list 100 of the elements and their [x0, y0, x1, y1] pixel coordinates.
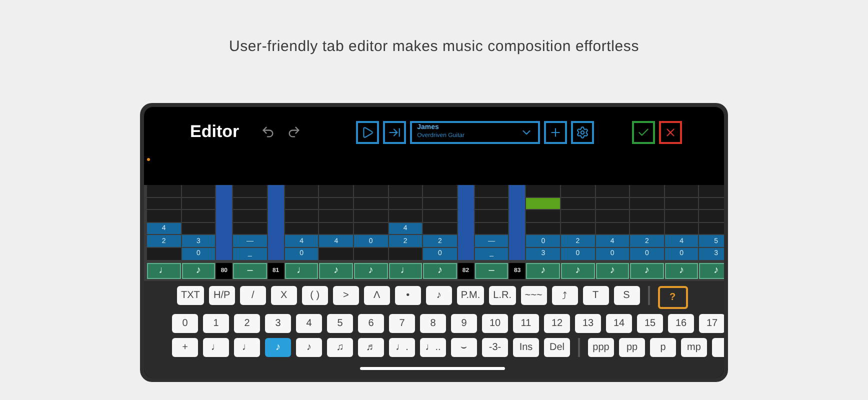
add-button[interactable]: [544, 120, 568, 144]
keyboard-key[interactable]: 0: [172, 314, 198, 333]
note-duration[interactable]: ♪: [596, 262, 630, 279]
keyboard-key[interactable]: 3: [265, 314, 291, 333]
tab-cell[interactable]: [630, 222, 664, 234]
tab-cell[interactable]: [630, 198, 664, 210]
keyboard-key[interactable]: S: [614, 286, 640, 305]
keyboard-key[interactable]: ⌣: [451, 338, 477, 357]
tab-cell[interactable]: [284, 210, 318, 222]
tab-cell[interactable]: [284, 222, 318, 234]
keyboard-key[interactable]: 2: [234, 314, 260, 333]
keyboard-key[interactable]: p: [650, 338, 676, 357]
keyboard-key[interactable]: TXT: [177, 286, 204, 305]
keyboard-key[interactable]: ♪: [426, 286, 452, 305]
play-button[interactable]: [356, 120, 380, 144]
note-duration[interactable]: ♩: [147, 262, 181, 279]
redo-button[interactable]: [287, 125, 302, 139]
keyboard-key[interactable]: P.M.: [456, 286, 484, 305]
tab-cell[interactable]: [630, 185, 664, 197]
keyboard-key[interactable]: 11: [513, 314, 539, 333]
keyboard-key[interactable]: 7: [389, 314, 415, 333]
keyboard-key[interactable]: 17: [699, 314, 724, 333]
tab-cell[interactable]: [596, 185, 630, 197]
keyboard-key[interactable]: ~~~: [520, 286, 547, 305]
tab-cell[interactable]: [699, 198, 724, 210]
keyboard-key[interactable]: 8: [420, 314, 446, 333]
note-duration[interactable]: ♪: [423, 262, 457, 279]
note-duration[interactable]: ♪: [526, 262, 560, 279]
tab-cell[interactable]: [388, 210, 422, 222]
tab-cell[interactable]: [596, 210, 630, 222]
tab-cell[interactable]: [354, 185, 388, 197]
tab-cell[interactable]: [354, 198, 388, 210]
keyboard-key[interactable]: -3-: [482, 338, 508, 357]
undo-button[interactable]: [261, 125, 276, 139]
keyboard-key[interactable]: /: [240, 286, 266, 305]
tab-cell[interactable]: [526, 210, 560, 222]
keyboard-key[interactable]: ⤴: [552, 286, 578, 305]
keyboard-key[interactable]: T: [582, 286, 609, 305]
keyboard-key[interactable]: ♩..: [420, 338, 446, 357]
tab-cell[interactable]: [233, 185, 267, 197]
note-duration[interactable]: ♪: [560, 262, 595, 279]
tab-cell[interactable]: [182, 185, 216, 197]
keyboard-key[interactable]: pp: [619, 338, 645, 357]
tab-cell[interactable]: [526, 185, 560, 197]
note-duration[interactable]: ♩: [388, 262, 422, 279]
tab-cell[interactable]: [474, 222, 508, 234]
keyboard-key[interactable]: 9: [451, 314, 477, 333]
note-duration[interactable]: ♪: [354, 262, 388, 279]
tab-cell[interactable]: [233, 198, 267, 210]
keyboard-key[interactable]: ( ): [302, 286, 328, 305]
keyboard-key[interactable]: ♬: [358, 338, 384, 357]
keyboard-key[interactable]: H/P: [208, 286, 235, 305]
tab-cell[interactable]: [423, 222, 457, 234]
help-key[interactable]: ?: [658, 286, 688, 309]
tab-cell[interactable]: [699, 222, 724, 234]
tab-cell[interactable]: [423, 210, 457, 222]
tab-cell[interactable]: [182, 198, 216, 210]
tab-cell[interactable]: [319, 248, 353, 260]
tab-cell[interactable]: [319, 185, 353, 197]
tab-cell[interactable]: [182, 210, 216, 222]
keyboard-key[interactable]: +: [172, 338, 198, 357]
tab-cell[interactable]: [664, 210, 698, 222]
tab-cell[interactable]: [182, 222, 216, 234]
tab-cell[interactable]: [319, 210, 353, 222]
tab-cell[interactable]: [388, 198, 422, 210]
tab-cell[interactable]: [560, 185, 595, 197]
keyboard-key[interactable]: Del: [544, 338, 570, 357]
tab-cell[interactable]: [319, 222, 353, 234]
tab-cell[interactable]: [423, 185, 457, 197]
keyboard-key[interactable]: ♩: [203, 338, 229, 357]
keyboard-key[interactable]: ♩: [234, 338, 260, 357]
keyboard-key[interactable]: 4: [296, 314, 322, 333]
keyboard-key[interactable]: X: [270, 286, 297, 305]
tab-cell[interactable]: [319, 198, 353, 210]
keyboard-key[interactable]: 12: [544, 314, 570, 333]
tab-cell[interactable]: [664, 222, 698, 234]
keyboard-key[interactable]: ♪: [296, 338, 322, 357]
tab-cell[interactable]: [147, 248, 181, 260]
keyboard-key[interactable]: 13: [575, 314, 601, 333]
keyboard-key[interactable]: ppp: [588, 338, 614, 357]
tab-cell[interactable]: [596, 198, 630, 210]
note-duration[interactable]: ♪: [182, 262, 216, 279]
confirm-button[interactable]: [632, 120, 655, 144]
tab-cell[interactable]: [560, 198, 595, 210]
tab-cell[interactable]: [699, 185, 724, 197]
cursor-cell[interactable]: [526, 198, 560, 210]
note-duration[interactable]: ♪: [699, 262, 724, 279]
tab-cell[interactable]: [560, 210, 595, 222]
keyboard-key[interactable]: Λ: [364, 286, 390, 305]
tab-cell[interactable]: [354, 210, 388, 222]
tab-cell[interactable]: [423, 198, 457, 210]
note-duration[interactable]: –: [474, 262, 508, 279]
tab-cell[interactable]: [388, 185, 422, 197]
keyboard-key[interactable]: 14: [606, 314, 632, 333]
keyboard-key[interactable]: mp: [681, 338, 707, 357]
tab-cell[interactable]: [284, 198, 318, 210]
keyboard-key[interactable]: ♫: [327, 338, 353, 357]
cancel-button[interactable]: [659, 120, 682, 144]
keyboard-key[interactable]: •: [394, 286, 421, 305]
note-duration[interactable]: ♪: [319, 262, 353, 279]
